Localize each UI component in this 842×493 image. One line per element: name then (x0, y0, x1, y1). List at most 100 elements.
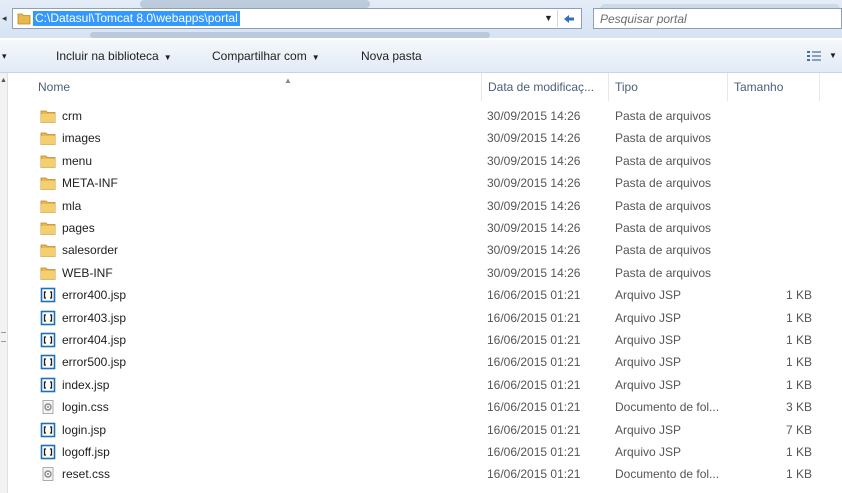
share-with-button[interactable]: Compartilhar com ▼ (212, 40, 320, 72)
search-placeholder: Pesquisar portal (600, 12, 687, 26)
file-date: 16/06/2015 01:21 (487, 445, 581, 459)
file-date: 30/09/2015 14:26 (487, 265, 581, 280)
folder-icon (17, 13, 31, 25)
file-type: Arquivo JSP (615, 422, 682, 437)
file-row[interactable]: menu 30/09/2015 14:26 Pasta de arquivos (0, 150, 842, 172)
view-options-icon[interactable] (807, 51, 821, 61)
file-row[interactable]: index.jsp 16/06/2015 01:21 Arquivo JSP 1 KB (0, 374, 842, 396)
column-date[interactable]: Data de modificaç... (482, 73, 609, 101)
file-date: 30/09/2015 14:26 (487, 176, 581, 191)
chevron-down-icon: ▼ (311, 53, 320, 62)
file-type: Arquivo JSP (615, 445, 682, 459)
file-row[interactable]: login.jsp 16/06/2015 01:21 Arquivo JSP 7 KB (0, 419, 842, 441)
file-name: login.jsp (62, 422, 107, 437)
file-name: mla (62, 198, 82, 213)
file-date: 16/06/2015 01:21 (487, 310, 581, 325)
column-type[interactable]: Tipo (609, 73, 728, 101)
file-type: Pasta de arquivos (615, 153, 712, 168)
address-path[interactable]: C:\Datasul\Tomcat 8.0\webapps\portal (33, 11, 240, 26)
file-size: 1 KB (785, 288, 812, 303)
file-row[interactable]: error403.jsp 16/06/2015 01:21 Arquivo JSP 1… (0, 307, 842, 329)
file-type: Arquivo JSP (615, 310, 682, 325)
folder-icon (40, 108, 56, 124)
chevron-left-icon[interactable]: ◂ (2, 13, 7, 24)
file-date: 16/06/2015 01:21 (487, 377, 581, 392)
jsp-file-icon (40, 444, 56, 460)
search-input[interactable]: Pesquisar portal (593, 8, 842, 29)
file-size (720, 127, 812, 149)
file-size: 3 KB (785, 400, 812, 415)
file-type: Arquivo JSP (615, 377, 682, 392)
file-name: crm (62, 109, 82, 123)
file-size (720, 105, 812, 127)
jsp-file-icon (40, 287, 56, 303)
file-row[interactable]: META-INF 30/09/2015 14:26 Pasta de arquivo… (0, 172, 842, 194)
file-row[interactable]: error500.jsp 16/06/2015 01:21 Arquivo JSP 1… (0, 351, 842, 373)
file-size (720, 172, 812, 194)
folder-icon (40, 265, 56, 281)
address-bar-area: ◂ C:\Datasul\Tomcat 8.0\webapps\portal ▼… (0, 0, 842, 38)
file-row[interactable]: WEB-INF 30/09/2015 14:26 Pasta de arquivos (0, 262, 842, 284)
file-row[interactable]: error400.jsp 16/06/2015 01:21 Arquivo JSP 1… (0, 284, 842, 306)
file-date: 30/09/2015 14:26 (487, 221, 581, 235)
background-blur (140, 0, 370, 8)
organize-dropdown-arrow[interactable]: ▾ (2, 40, 7, 72)
refresh-icon (564, 15, 574, 23)
file-name: error400.jsp (62, 288, 127, 303)
file-row[interactable]: pages 30/09/2015 14:26 Pasta de arquivos (0, 217, 842, 239)
folder-icon (40, 153, 56, 169)
file-name: error404.jsp (62, 333, 127, 347)
share-with-label: Compartilhar com (212, 49, 307, 63)
file-name: WEB-INF (62, 265, 113, 280)
file-date: 16/06/2015 01:21 (487, 333, 581, 347)
new-folder-button[interactable]: Nova pasta (361, 40, 422, 72)
file-size: 1 KB (785, 377, 812, 392)
file-size (720, 150, 812, 172)
file-size: 7 KB (785, 422, 812, 437)
file-date: 30/09/2015 14:26 (487, 153, 581, 168)
folder-icon (40, 220, 56, 236)
jsp-file-icon (40, 310, 56, 326)
file-type: Pasta de arquivos (615, 176, 712, 191)
file-row[interactable]: mla 30/09/2015 14:26 Pasta de arquivos (0, 195, 842, 217)
file-row[interactable]: images 30/09/2015 14:26 Pasta de arquivos (0, 127, 842, 149)
refresh-button[interactable] (557, 10, 580, 27)
jsp-file-icon (40, 332, 56, 348)
address-bar[interactable]: C:\Datasul\Tomcat 8.0\webapps\portal ▼ (12, 8, 582, 29)
file-date: 30/09/2015 14:26 (487, 198, 581, 213)
file-type: Documento de fol... (615, 400, 720, 415)
file-row[interactable]: reset.css 16/06/2015 01:21 Documento de fo… (0, 463, 842, 485)
column-name[interactable]: Nome ▲ (32, 73, 482, 101)
include-in-library-label: Incluir na biblioteca (56, 49, 159, 63)
view-dropdown-arrow[interactable]: ▼ (829, 40, 837, 72)
file-row[interactable]: logoff.jsp 16/06/2015 01:21 Arquivo JSP 1 K… (0, 441, 842, 463)
file-date: 16/06/2015 01:21 (487, 355, 581, 370)
toolbar: ▾ Incluir na biblioteca ▼ Compartilhar co… (0, 40, 842, 73)
column-name-label: Nome (38, 80, 71, 94)
file-type: Pasta de arquivos (615, 109, 712, 123)
file-name: login.css (62, 400, 109, 415)
file-type: Arquivo JSP (615, 333, 682, 347)
file-row[interactable]: crm 30/09/2015 14:26 Pasta de arquivos (0, 105, 842, 127)
file-name: reset.css (62, 467, 111, 482)
folder-icon (40, 198, 56, 214)
file-name: pages (62, 221, 95, 235)
file-date: 16/06/2015 01:21 (487, 422, 581, 437)
file-name: index.jsp (62, 377, 110, 392)
file-size: 1 KB (785, 310, 812, 325)
file-row[interactable]: login.css 16/06/2015 01:21 Documento de fo… (0, 396, 842, 418)
file-date: 30/09/2015 14:26 (487, 131, 581, 146)
chevron-down-icon[interactable]: ▼ (544, 13, 553, 23)
jsp-file-icon (40, 377, 56, 393)
scroll-up-icon[interactable]: ▲ (0, 77, 7, 84)
file-size: 1 KB (785, 333, 812, 347)
file-date: 16/06/2015 01:21 (487, 400, 581, 415)
include-in-library-button[interactable]: Incluir na biblioteca ▼ (56, 40, 172, 72)
file-row[interactable]: salesorder 30/09/2015 14:26 Pasta de arqui… (0, 239, 842, 261)
file-type: Pasta de arquivos (615, 243, 712, 258)
chevron-down-icon: ▼ (163, 53, 172, 62)
file-name: error500.jsp (62, 355, 127, 370)
file-row[interactable]: error404.jsp 16/06/2015 01:21 Arquivo JSP 1… (0, 329, 842, 351)
column-size[interactable]: Tamanho (728, 73, 820, 101)
file-type: Pasta de arquivos (615, 265, 712, 280)
